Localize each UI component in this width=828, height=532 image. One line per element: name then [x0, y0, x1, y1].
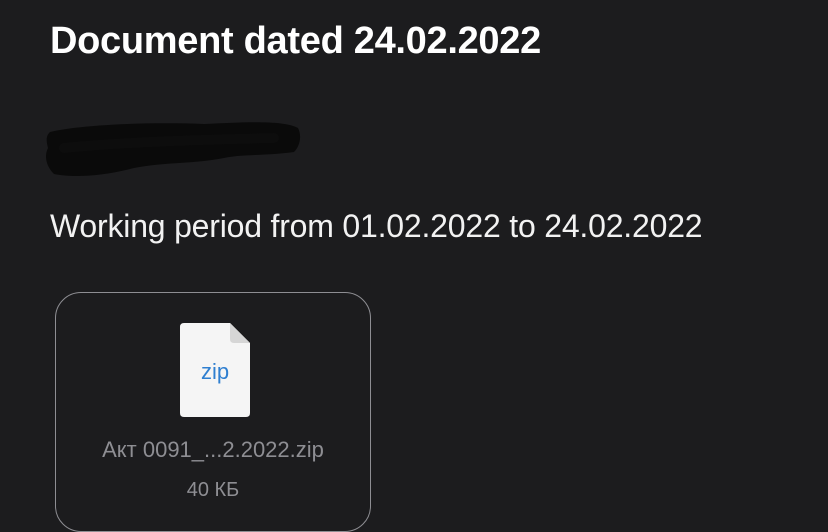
file-name: Акт 0091_...2.2022.zip: [102, 437, 324, 462]
zip-label: zip: [201, 359, 229, 384]
zip-file-icon: zip: [180, 323, 250, 417]
redacted-text: [46, 122, 301, 176]
file-size: 40 КБ: [186, 479, 240, 501]
document-title: Document dated 24.02.2022: [50, 20, 541, 62]
zip-attachment-card[interactable]: zip Акт 0091_...2.2022.zip 40 КБ: [55, 292, 371, 532]
working-period-text: Working period from 01.02.2022 to 24.02.…: [50, 208, 703, 244]
